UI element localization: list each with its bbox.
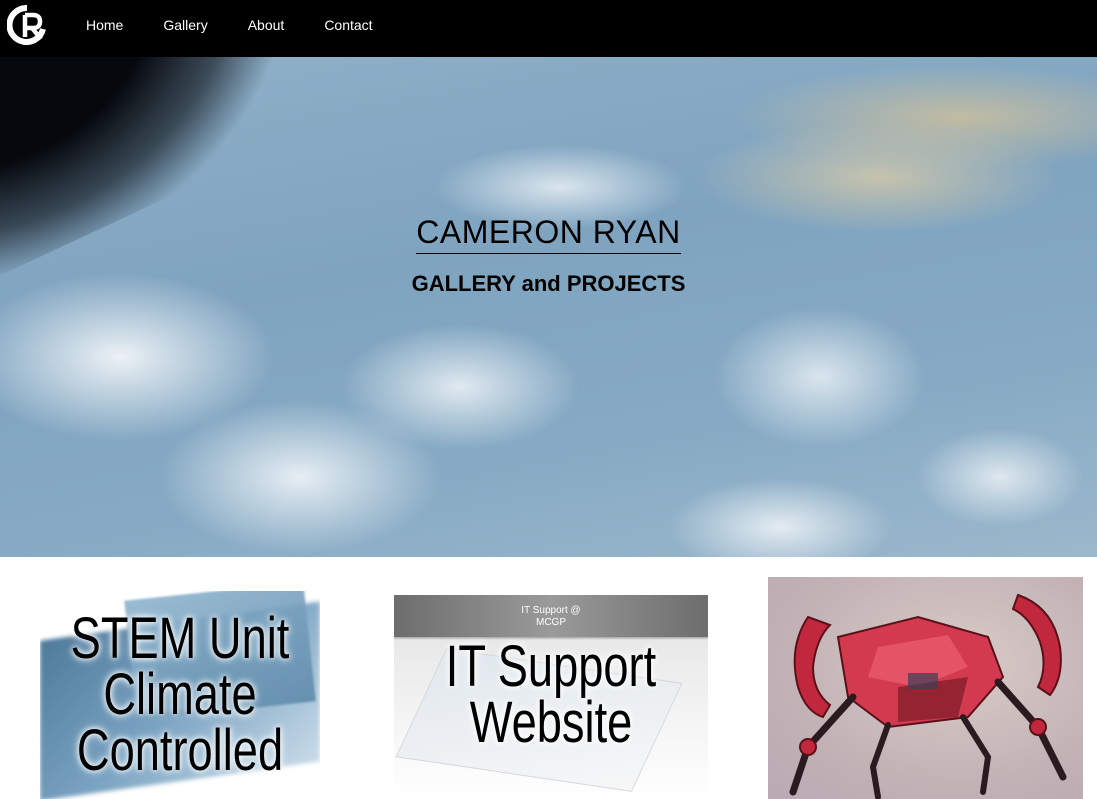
cr-logo-icon[interactable] [6, 4, 47, 45]
nav-about-link[interactable]: About [228, 0, 305, 50]
hero-subtitle: GALLERY and PROJECTS [411, 271, 686, 296]
hero-title: CAMERON RYAN [416, 214, 681, 254]
card-title-line: Controlled [76, 718, 284, 783]
screen-header-line: IT Support @ [521, 605, 581, 616]
stem-unit-card-title: STEM Unit Climate Controlled [40, 606, 320, 783]
card-title-line: Climate [103, 662, 257, 727]
screen-header-line: MCGP [536, 617, 566, 628]
top-navbar: Home Gallery About Contact [0, 0, 1097, 57]
nav-home-link[interactable]: Home [66, 0, 143, 50]
gallery-section: STEM Unit Climate Controlled IT Support … [0, 557, 1097, 799]
gallery-card-mech-art[interactable] [768, 577, 1083, 799]
gallery-card-stem-unit[interactable]: STEM Unit Climate Controlled [40, 591, 320, 799]
card-title-line: STEM Unit [70, 606, 290, 671]
red-mech-illustration [789, 593, 1067, 799]
it-support-card-title: IT Support Website [405, 634, 697, 755]
hero-banner: CAMERON RYAN GALLERY and PROJECTS [0, 57, 1097, 557]
nav-contact-link[interactable]: Contact [304, 0, 392, 50]
it-support-screen-header: IT Support @ MCGP [394, 595, 708, 637]
main-nav: Home Gallery About Contact [66, 0, 393, 50]
nav-gallery-link[interactable]: Gallery [143, 0, 227, 50]
card-title-line: Website [469, 690, 633, 755]
gallery-card-it-support[interactable]: IT Support @ MCGP IT Support Website [394, 595, 708, 799]
space-backdrop [0, 57, 348, 291]
card-title-line: IT Support [445, 634, 657, 699]
hero-title-wrap: CAMERON RYAN [0, 214, 1097, 254]
